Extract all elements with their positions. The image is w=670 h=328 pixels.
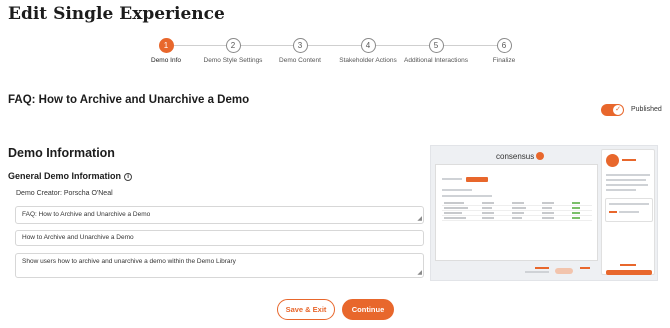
internal-name-value: FAQ: How to Archive and Unarchive a Demo	[22, 211, 151, 218]
step-number: 2	[225, 38, 241, 53]
resize-handle-icon[interactable]: ◢	[417, 270, 422, 276]
preview-row	[442, 216, 592, 221]
preview-screen	[435, 164, 598, 261]
step-number: 5	[428, 38, 444, 53]
title-field[interactable]: How to Archive and Unarchive a Demo	[15, 230, 424, 246]
description-value: Show users how to archive and unarchive …	[22, 258, 236, 265]
preview-accent-line	[620, 264, 636, 266]
preview-button	[466, 177, 488, 182]
preview-cta	[606, 270, 652, 275]
step-number: 3	[292, 38, 308, 53]
preview-text-line	[619, 211, 639, 213]
resize-handle-icon[interactable]: ◢	[417, 216, 422, 222]
step-label: Demo Content	[279, 57, 321, 64]
internal-name-field[interactable]: FAQ: How to Archive and Unarchive a Demo…	[15, 206, 424, 224]
preview-accent-line	[622, 159, 636, 161]
step-number: 4	[360, 38, 376, 53]
preview-text-line	[525, 271, 549, 273]
preview-text-line	[606, 179, 646, 181]
preview-badge	[555, 268, 573, 274]
step-demo-info[interactable]: 1 Demo Info	[131, 38, 201, 65]
demo-preview-thumbnail: consensus	[430, 145, 658, 281]
brand-logo-icon	[536, 152, 545, 160]
preview-accent-line	[580, 267, 590, 269]
published-label: Published	[631, 106, 662, 113]
preview-text-line	[606, 184, 648, 186]
step-demo-content[interactable]: 3 Demo Content	[265, 38, 335, 65]
step-finalize[interactable]: 6 Finalize	[469, 38, 539, 65]
demo-creator: Demo Creator: Porscha O'Neal	[16, 190, 113, 197]
published-toggle[interactable]: ✓	[601, 104, 624, 116]
preview-brand-text: consensus	[496, 152, 535, 161]
step-label: Finalize	[492, 57, 516, 64]
preview-accent-line	[535, 267, 549, 269]
general-info-heading: General Demo Information i	[8, 171, 133, 181]
save-exit-button[interactable]: Save & Exit	[277, 299, 335, 320]
step-demo-style-settings[interactable]: 2 Demo Style Settings	[198, 38, 268, 65]
preview-text-line	[609, 203, 649, 205]
page-title: Edit Single Experience	[8, 4, 225, 24]
demo-title: FAQ: How to Archive and Unarchive a Demo	[8, 94, 250, 106]
progress-stepper: 1 Demo Info 2 Demo Style Settings 3 Demo…	[136, 38, 536, 78]
step-number: 1	[158, 38, 174, 53]
step-label: Demo Style Settings	[203, 57, 263, 64]
preview-brand: consensus	[496, 152, 545, 161]
preview-table	[442, 201, 592, 221]
section-title: Demo Information	[8, 146, 115, 160]
preview-text-line	[442, 195, 492, 197]
title-value: How to Archive and Unarchive a Demo	[22, 234, 134, 241]
preview-text-line	[606, 189, 636, 191]
preview-footer	[435, 263, 598, 279]
step-label: Demo Info	[151, 57, 181, 64]
step-number: 6	[496, 38, 512, 53]
step-stakeholder-actions[interactable]: 4 Stakeholder Actions	[333, 38, 403, 65]
preview-text-line	[606, 174, 650, 176]
step-additional-interactions[interactable]: 5 Additional Interactions	[401, 38, 471, 65]
preview-card	[605, 198, 653, 222]
preview-text-line	[442, 178, 462, 180]
general-info-title: General Demo Information	[8, 171, 122, 181]
continue-button[interactable]: Continue	[342, 299, 394, 320]
info-icon[interactable]: i	[124, 173, 133, 181]
step-label: Stakeholder Actions	[339, 57, 397, 64]
preview-accent-line	[609, 211, 617, 213]
preview-text-line	[442, 189, 472, 191]
description-field[interactable]: Show users how to archive and unarchive …	[15, 253, 424, 278]
avatar	[606, 154, 619, 167]
preview-sidebar	[601, 149, 655, 275]
step-label: Additional Interactions	[404, 57, 468, 64]
check-icon: ✓	[613, 105, 623, 115]
